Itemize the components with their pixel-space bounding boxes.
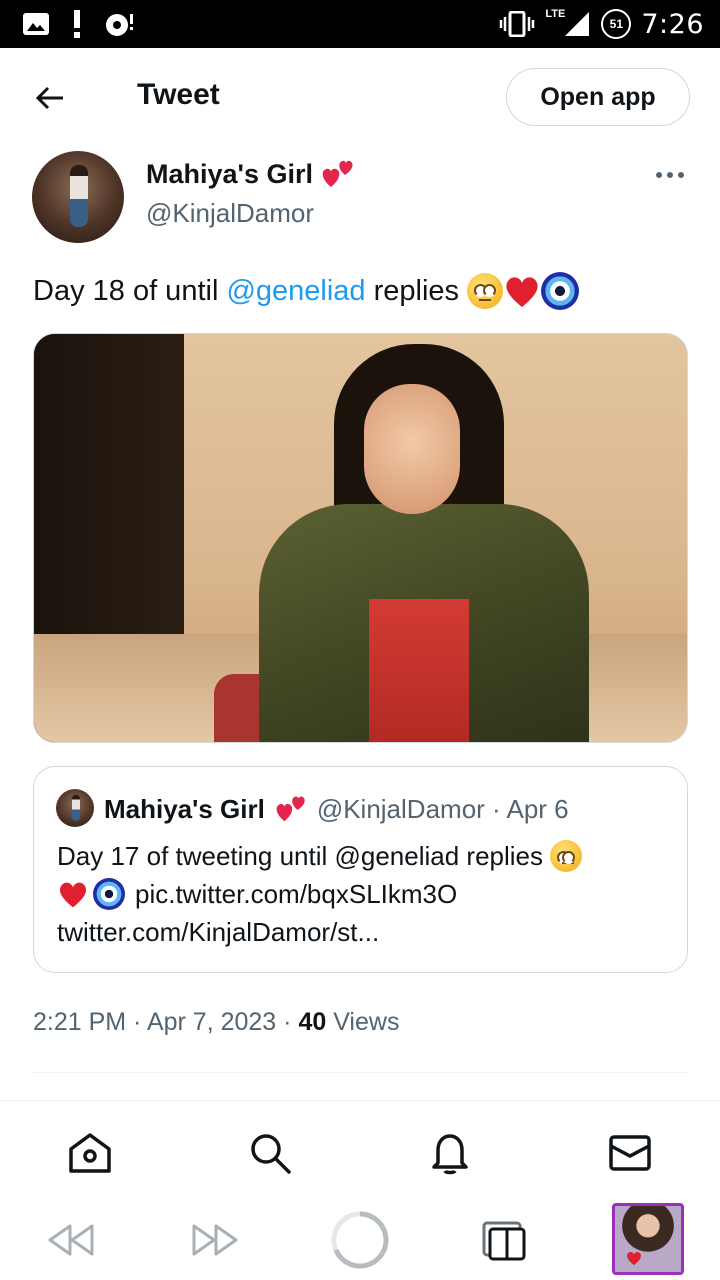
tab-messages[interactable]	[606, 1129, 654, 1177]
home-icon	[69, 1133, 111, 1173]
more-icon	[656, 172, 684, 178]
tabs-icon	[482, 1221, 526, 1261]
battery-icon: 51	[601, 9, 632, 39]
messages-icon	[609, 1135, 651, 1171]
heart-sticker-icon	[627, 1251, 641, 1266]
quoted-author-avatar	[56, 789, 94, 827]
notifications-icon	[432, 1134, 468, 1175]
tweet-photo[interactable]	[33, 333, 688, 743]
quoted-tweet-text: Day 17 of tweeting until @geneliad repli…	[57, 837, 667, 951]
tweet-text-start: Day 18 of until	[33, 274, 219, 307]
status-bar-system: LTE 51 7:26	[499, 8, 704, 40]
nazar-amulet-icon	[541, 272, 580, 310]
divider	[33, 1072, 688, 1073]
back-button[interactable]	[30, 78, 70, 118]
rewind-button[interactable]	[40, 1210, 100, 1270]
quoted-text-line-1: Day 17 of tweeting until @geneliad repli…	[57, 841, 544, 871]
open-app-button[interactable]: Open app	[506, 68, 690, 126]
quoted-author-name: Mahiya's Girl	[104, 793, 265, 824]
vibrate-icon	[500, 11, 535, 37]
red-heart-icon	[59, 882, 87, 908]
status-bar: LTE 51 7:26	[0, 0, 720, 48]
tab-search[interactable]	[246, 1129, 294, 1177]
rewind-icon	[48, 1224, 94, 1256]
quoted-tweet-header: Mahiya's Girl @KinjalDamor · Apr 6	[104, 793, 569, 825]
network-type: LTE	[545, 8, 566, 20]
tweet-text-end: replies	[373, 274, 460, 307]
alert-notification-icon	[74, 10, 80, 38]
quoted-tweet[interactable]: Mahiya's Girl @KinjalDamor · Apr 6 Day 1…	[33, 766, 688, 973]
tab-home[interactable]	[66, 1129, 114, 1177]
bottom-tab-bar	[0, 1100, 720, 1196]
timestamp-text: 2:21 PM · Apr 7, 2023 ·	[33, 1008, 292, 1036]
author-name: Mahiya's Girl	[146, 158, 313, 189]
red-heart-icon	[506, 277, 538, 307]
loading-icon	[331, 1211, 389, 1269]
signal-icon	[565, 12, 590, 36]
quoted-url-link: twitter.com/KinjalDamor/st...	[57, 917, 380, 947]
more-options-button[interactable]	[650, 160, 690, 190]
status-bar-notifications	[22, 10, 134, 38]
fast-forward-button[interactable]	[186, 1210, 246, 1270]
fast-forward-icon	[192, 1224, 238, 1256]
two-hearts-icon	[322, 160, 353, 187]
tweet-text: Day 18 of until @geneliad replies	[33, 272, 580, 310]
author-avatar[interactable]	[32, 151, 124, 243]
arrow-left-icon	[35, 86, 63, 110]
image-notification-icon	[23, 13, 49, 35]
reload-button[interactable]	[330, 1210, 390, 1270]
clock: 7:26	[641, 8, 704, 40]
views-count: 40	[298, 1008, 327, 1036]
author-handle[interactable]: @KinjalDamor	[146, 198, 314, 229]
page-header: Tweet Open app	[0, 48, 720, 144]
eye-roll-emoji-icon	[550, 840, 583, 872]
quoted-pic-link: pic.twitter.com/bqxSLIkm3O	[135, 879, 458, 909]
mention-link[interactable]: @geneliad	[226, 275, 365, 308]
search-icon	[251, 1134, 291, 1174]
views-label: Views	[333, 1008, 400, 1036]
tab-notifications[interactable]	[426, 1129, 474, 1177]
sync-notification-icon	[106, 14, 133, 36]
page-title: Tweet	[137, 78, 220, 111]
nazar-amulet-icon	[93, 878, 125, 910]
current-tab-thumbnail[interactable]	[612, 1203, 684, 1275]
author-name-row[interactable]: Mahiya's Girl	[146, 157, 357, 191]
tweet-timestamp: 2:21 PM · Apr 7, 2023 · 40 Views	[33, 1008, 399, 1037]
quoted-author-meta: @KinjalDamor · Apr 6	[316, 793, 569, 824]
eye-roll-emoji-icon	[467, 273, 504, 309]
two-hearts-icon	[276, 796, 305, 822]
tabs-button[interactable]	[474, 1210, 534, 1270]
